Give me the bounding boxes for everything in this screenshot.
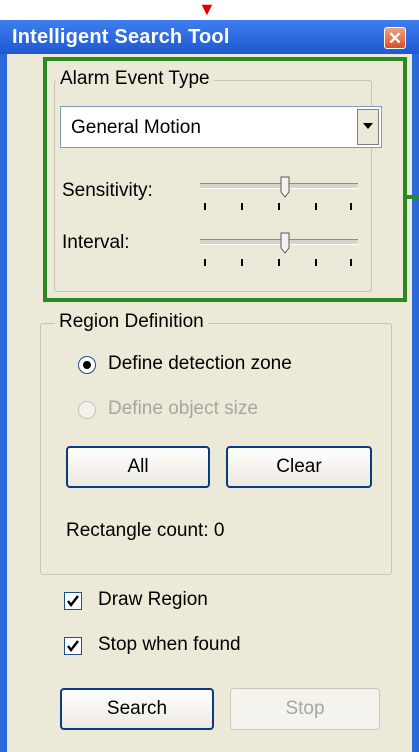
close-icon: ✕ [387,29,403,48]
pointer-arrow-icon: ▼ [198,0,216,19]
highlight-frame [43,57,407,302]
all-button[interactable]: All [66,446,210,488]
rectangle-count: Rectangle count: 0 [66,520,225,541]
search-button[interactable]: Search [60,688,214,730]
radio-icon [78,356,96,374]
define-detection-zone-label: Define detection zone [108,353,292,374]
window-title: Intelligent Search Tool [12,26,230,48]
clear-button[interactable]: Clear [226,446,372,488]
checkmark-icon [67,595,79,607]
stop-when-found-label: Stop when found [98,634,241,655]
highlight-connector [407,195,419,199]
checkmark-icon [67,640,79,652]
close-button[interactable]: ✕ [384,27,406,49]
define-detection-zone-radio[interactable]: Define detection zone [78,352,368,378]
checkbox-icon [64,592,82,610]
stop-when-found-checkbox[interactable]: Stop when found [64,633,324,659]
define-object-size-radio[interactable]: Define object size [78,397,368,423]
draw-region-checkbox[interactable]: Draw Region [64,588,304,614]
draw-region-label: Draw Region [98,589,208,610]
define-object-size-label: Define object size [108,398,258,419]
radio-icon [78,401,96,419]
region-definition-legend: Region Definition [55,311,208,333]
stop-button[interactable]: Stop [230,688,380,730]
checkbox-icon [64,637,82,655]
